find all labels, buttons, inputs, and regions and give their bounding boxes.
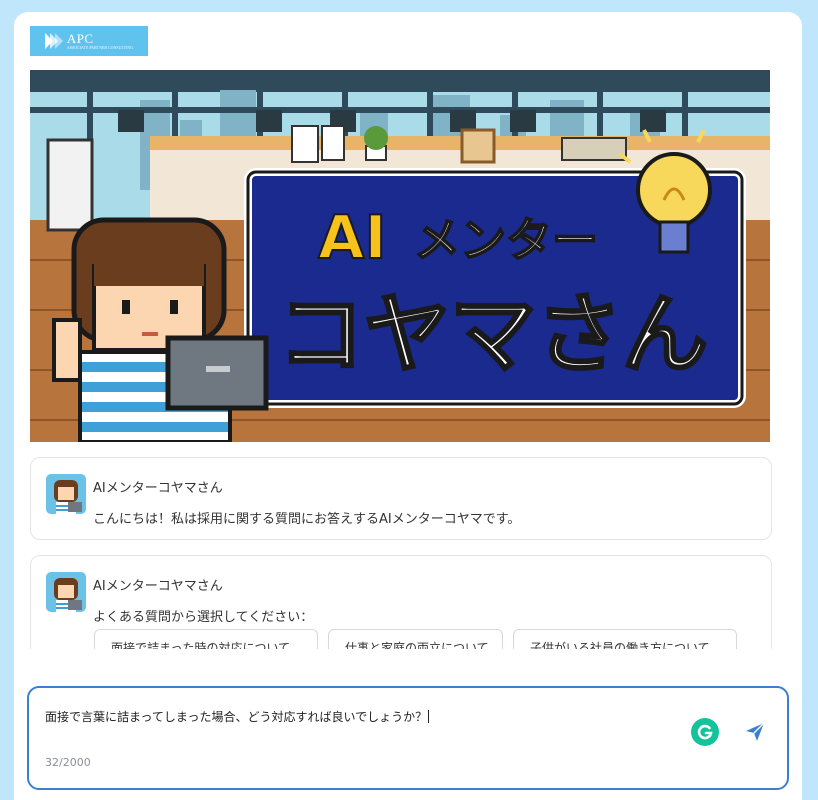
send-icon[interactable] — [743, 720, 767, 744]
character-counter: 32/2000 — [45, 756, 91, 769]
faq-chip-work-family[interactable]: 仕事と家庭の両立について — [328, 629, 503, 649]
message-composer[interactable]: 面接で言葉に詰まってしまった場合、どう対応すれば良いでしょうか？ 32/2000 — [27, 686, 789, 790]
chat-panel: APC ASSOCIATE PARTNER CONSULTING AI メンター… — [14, 12, 802, 800]
banner-title-koyama: コヤマさん — [278, 285, 708, 385]
message-input[interactable]: 面接で言葉に詰まってしまった場合、どう対応すれば良いでしょうか？ — [45, 708, 430, 725]
message-sender: AIメンターコヤマさん — [93, 579, 223, 594]
faq-chip-interview[interactable]: 面接で詰まった時の対応について — [94, 629, 318, 649]
faq-chip-list: 面接で詰まった時の対応について 仕事と家庭の両立について 子供がいる社員の働き方… — [94, 629, 737, 649]
logo-text: APC — [66, 31, 94, 46]
chat-history[interactable]: AIメンターコヤマさん こんにちは！私は採用に関する質問にお答えするAIメンター… — [30, 457, 772, 649]
banner-title-mentor: メンター — [414, 213, 598, 267]
assistant-message: AIメンターコヤマさん こんにちは！私は採用に関する質問にお答えするAIメンター… — [30, 457, 772, 540]
faq-chip-parents[interactable]: 子供がいる社員の働き方について — [513, 629, 737, 649]
logo-subtext: ASSOCIATE PARTNER CONSULTING — [66, 45, 134, 50]
mentor-banner: AI メンター コヤマさん — [30, 70, 770, 442]
apc-logo: APC ASSOCIATE PARTNER CONSULTING — [30, 26, 148, 56]
banner-title-ai: AI — [318, 203, 387, 273]
logo-mark-icon — [44, 33, 63, 49]
mentor-avatar — [46, 474, 86, 514]
message-text: よくある質問から選択してください： — [93, 610, 314, 625]
mentor-avatar — [46, 572, 86, 612]
message-sender: AIメンターコヤマさん — [93, 481, 223, 496]
message-text: こんにちは！私は採用に関する質問にお答えするAIメンターコヤマです。 — [93, 512, 521, 527]
assistant-message: AIメンターコヤマさん よくある質問から選択してください： 面接で詰まった時の対… — [30, 555, 772, 649]
grammarly-icon[interactable] — [691, 718, 719, 746]
